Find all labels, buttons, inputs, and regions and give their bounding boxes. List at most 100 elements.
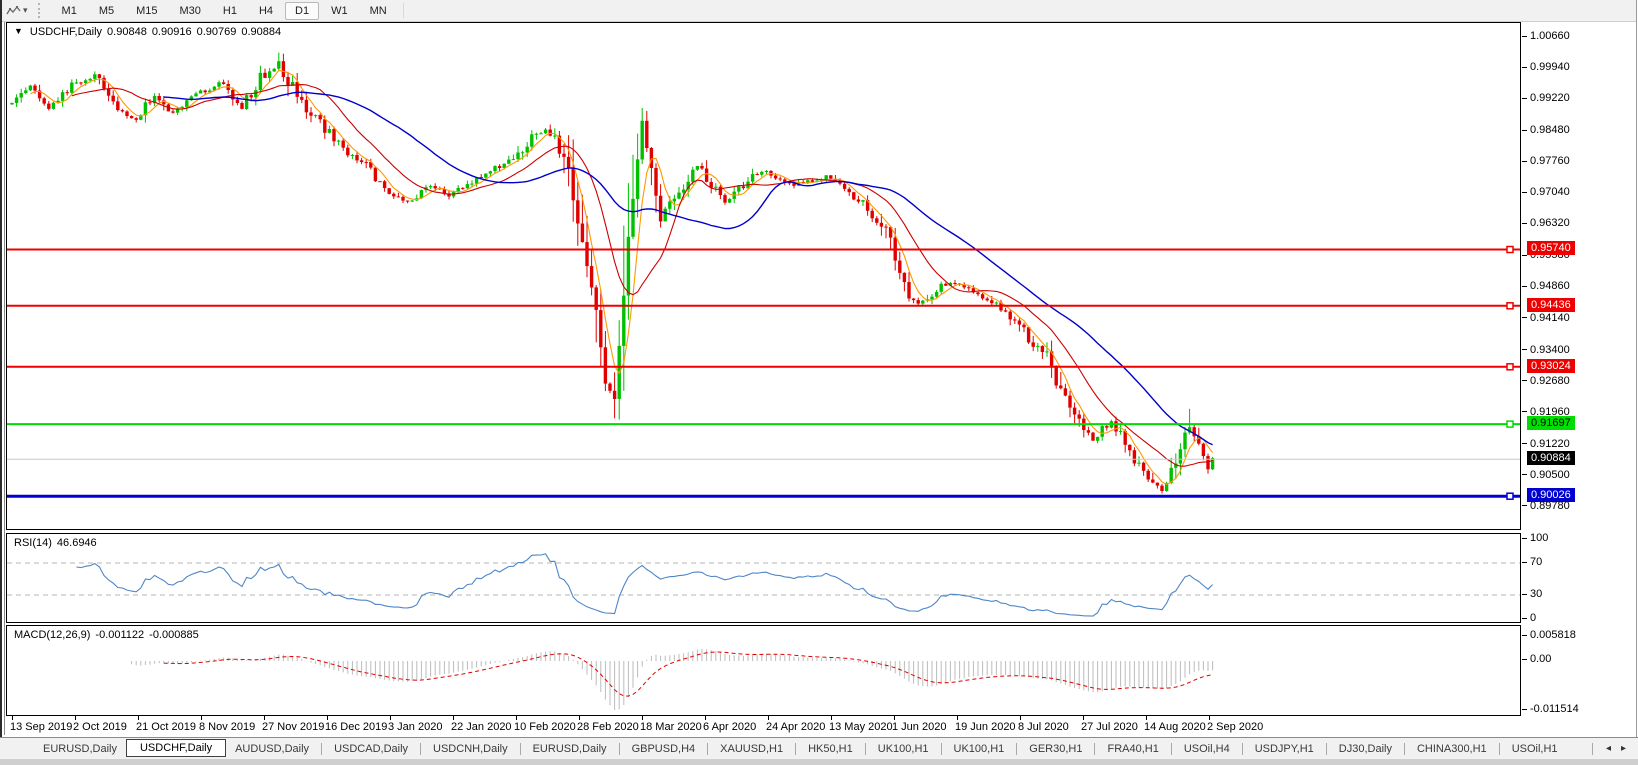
- timeframe-button-h1[interactable]: H1: [213, 2, 247, 20]
- price-axis-label: 0.97760: [1530, 154, 1570, 168]
- timeframe-buttons: M1M5M15M30H1H4D1W1MN: [52, 2, 397, 20]
- date-axis-tick: [894, 716, 895, 720]
- chart-tab-fra40-h1[interactable]: FRA40,H1: [1098, 741, 1167, 757]
- hline-price-badge[interactable]: 0.93024: [1527, 359, 1575, 373]
- chart-tab-ger30-h1[interactable]: GER30,H1: [1020, 741, 1091, 757]
- tab-separator: [321, 743, 322, 755]
- macd-main-value: -0.001122: [95, 629, 144, 641]
- price-axis-tick: [1522, 443, 1527, 444]
- chart-tab-usdcad-daily[interactable]: USDCAD,Daily: [325, 741, 417, 757]
- toolbar-grip[interactable]: [38, 3, 44, 18]
- chart-tab-usdcnh-daily[interactable]: USDCNH,Daily: [424, 741, 517, 757]
- chevron-down-icon[interactable]: ▾: [23, 5, 28, 16]
- price-axis-tick: [1522, 98, 1527, 99]
- tab-separator: [865, 743, 866, 755]
- macd-axis-label: 0.00: [1530, 652, 1551, 666]
- date-axis-label: 27 Nov 2019: [262, 721, 324, 733]
- tab-separator: [941, 743, 942, 755]
- tab-separator: [1094, 743, 1095, 755]
- macd-canvas: [7, 626, 1520, 715]
- price-axis-tick: [1522, 349, 1527, 350]
- hline-handle[interactable]: [1507, 493, 1513, 499]
- chart-tab-hk50-h1[interactable]: HK50,H1: [799, 741, 862, 757]
- price-axis-tick: [1522, 192, 1527, 193]
- moving-average-line: [164, 92, 1213, 444]
- zigzag-icon: [6, 4, 21, 18]
- collapse-icon[interactable]: ▼: [14, 26, 23, 38]
- rsi-canvas: [7, 534, 1520, 622]
- ohlc-close: 0.90884: [241, 26, 281, 38]
- date-axis-tick: [75, 716, 76, 720]
- tab-separator: [795, 743, 796, 755]
- date-axis-tick: [705, 716, 706, 720]
- hline-handle[interactable]: [1507, 364, 1513, 370]
- chart-tab-xauusd-h1[interactable]: XAUUSD,H1: [711, 741, 792, 757]
- tab-separator: [1242, 743, 1243, 755]
- macd-panel: MACD(12,26,9) -0.001122 -0.000885: [6, 625, 1521, 716]
- chart-tab-bar: EURUSD,DailyUSDCHF,DailyAUDUSD,DailyUSDC…: [0, 737, 1638, 759]
- chart-tab-uk100-h1[interactable]: UK100,H1: [945, 741, 1014, 757]
- hline-handle[interactable]: [1507, 421, 1513, 427]
- chart-tab-usdchf-daily[interactable]: USDCHF,Daily: [126, 739, 226, 757]
- tab-scroll-left-icon[interactable]: ◂: [1606, 743, 1611, 754]
- tab-separator: [1326, 743, 1327, 755]
- date-axis-tick: [768, 716, 769, 720]
- macd-axis-tick: [1522, 635, 1527, 636]
- rsi-axis-label: 70: [1530, 555, 1542, 569]
- price-chart-canvas[interactable]: [7, 23, 1520, 529]
- price-axis-tick: [1522, 161, 1527, 162]
- rsi-axis-tick: [1522, 618, 1527, 619]
- chart-tab-eurusd-daily[interactable]: EURUSD,Daily: [34, 741, 126, 757]
- current-price-badge: 0.90884: [1527, 451, 1575, 465]
- hline-price-badge[interactable]: 0.91697: [1527, 416, 1575, 430]
- hline-handle[interactable]: [1507, 303, 1513, 309]
- timeframe-button-d1[interactable]: D1: [285, 2, 319, 20]
- hline-price-badge[interactable]: 0.95740: [1527, 241, 1575, 255]
- chart-tab-audusd-daily[interactable]: AUDUSD,Daily: [226, 741, 318, 757]
- timeframe-button-m5[interactable]: M5: [89, 2, 124, 20]
- price-axis-tick: [1522, 380, 1527, 381]
- timeframe-button-m1[interactable]: M1: [52, 2, 87, 20]
- price-axis-tick: [1522, 130, 1527, 131]
- date-axis-tick: [831, 716, 832, 720]
- hline-price-badge[interactable]: 0.90026: [1527, 488, 1575, 502]
- chart-line-tool-icon[interactable]: ▾: [6, 4, 28, 18]
- moving-average-line: [30, 70, 1212, 484]
- chart-tab-china300-h1[interactable]: CHINA300,H1: [1408, 741, 1496, 757]
- date-axis-label: 22 Jan 2020: [451, 721, 512, 733]
- timeframe-button-mn[interactable]: MN: [360, 2, 397, 20]
- chart-tab-gbpusd-h4[interactable]: GBPUSD,H4: [623, 741, 705, 757]
- chart-tab-usoil-h1[interactable]: USOil,H1: [1503, 741, 1567, 757]
- date-axis-tick: [579, 716, 580, 720]
- tab-separator: [1592, 743, 1593, 755]
- price-axis-label: 0.96320: [1530, 216, 1570, 230]
- timeframe-button-m30[interactable]: M30: [170, 2, 211, 20]
- hline-price-badge[interactable]: 0.94436: [1527, 298, 1575, 312]
- chart-tabs: EURUSD,DailyUSDCHF,DailyAUDUSD,DailyUSDC…: [34, 740, 1567, 758]
- chart-tab-usoil-h4[interactable]: USOil,H4: [1175, 741, 1239, 757]
- tab-separator: [707, 743, 708, 755]
- price-axis-tick: [1522, 411, 1527, 412]
- date-axis-label: 16 Dec 2019: [325, 721, 387, 733]
- macd-axis-tick: [1522, 709, 1527, 710]
- date-axis-label: 6 Apr 2020: [703, 721, 756, 733]
- price-axis-tick: [1522, 505, 1527, 506]
- chart-tab-usdjpy-h1[interactable]: USDJPY,H1: [1246, 741, 1323, 757]
- rsi-name: RSI(14): [14, 537, 52, 549]
- hline-handle[interactable]: [1507, 247, 1513, 253]
- chart-tab-eurusd-daily[interactable]: EURUSD,Daily: [524, 741, 616, 757]
- date-axis-tick: [12, 716, 13, 720]
- tab-separator: [619, 743, 620, 755]
- tab-separator: [520, 743, 521, 755]
- price-axis-label: 0.94140: [1530, 311, 1570, 325]
- timeframe-button-w1[interactable]: W1: [321, 2, 358, 20]
- timeframe-button-m15[interactable]: M15: [126, 2, 167, 20]
- chart-symbol: USDCHF,Daily: [30, 26, 102, 38]
- price-axis-label: 0.91220: [1530, 437, 1570, 451]
- price-axis: 1.006600.999400.992200.984800.977600.970…: [1522, 0, 1638, 765]
- tab-scroll-right-icon[interactable]: ▸: [1621, 743, 1626, 754]
- chart-tab-uk100-h1[interactable]: UK100,H1: [869, 741, 938, 757]
- rsi-axis-tick: [1522, 562, 1527, 563]
- chart-tab-dj30-daily[interactable]: DJ30,Daily: [1330, 741, 1401, 757]
- timeframe-button-h4[interactable]: H4: [249, 2, 283, 20]
